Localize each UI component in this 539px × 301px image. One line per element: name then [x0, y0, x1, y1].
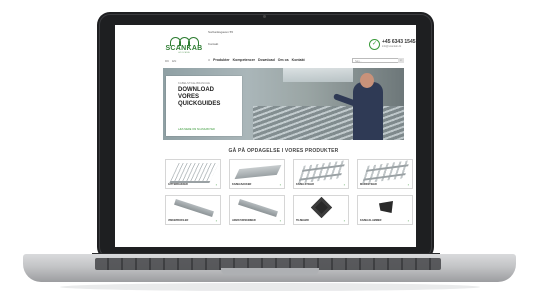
hero-kicker: KABELSTIGE-BRANCHE — [178, 81, 211, 85]
chevron-right-icon: › — [343, 218, 345, 223]
nav-item-download[interactable]: Download — [258, 58, 275, 62]
hero-title: DOWNLOAD VORES QUICKGUIDES — [178, 87, 221, 107]
lang-en[interactable]: EN — [172, 59, 176, 63]
nav-item-kontakt[interactable]: Kontakt — [292, 58, 305, 62]
chevron-right-icon: › — [343, 182, 345, 187]
search-icon[interactable]: ⌕ — [398, 58, 404, 63]
hero-cta-link[interactable]: LÆS MERE OM SCANKAB HER — [178, 128, 215, 131]
trackpad-notch — [221, 268, 319, 275]
email-address[interactable]: info@scankab.dk — [382, 45, 401, 48]
chevron-right-icon: › — [215, 218, 217, 223]
product-tile-kabelklammer[interactable]: KABELKLAMMER › — [357, 195, 413, 225]
chevron-right-icon: › — [279, 218, 281, 223]
cable-clamp-icon — [379, 201, 393, 213]
nav-item-kompetencer[interactable]: Kompetencer — [233, 58, 255, 62]
logo-arches-icon — [164, 37, 204, 46]
hero-banner: KABELSTIGE-BRANCHE DOWNLOAD VORES QUICKG… — [163, 68, 404, 140]
nav-item-om-os[interactable]: Om os — [278, 58, 289, 62]
wire-tray-icon — [169, 163, 219, 183]
chevron-right-icon: › — [215, 182, 217, 187]
contact-link[interactable]: Kontakt — [208, 42, 218, 46]
product-tile-vinkeprofiler[interactable]: VINKEPROFILER › — [165, 195, 221, 225]
product-grid: GITTERBAKKER › KABELBAKKER › KABELSTIGER… — [165, 159, 413, 241]
products-heading: GÅ PÅ OPDAGELSE I VORES PRODUKTER — [228, 148, 339, 154]
home-icon[interactable]: ⌂ — [208, 58, 210, 62]
phone-icon: ✓ — [369, 39, 380, 50]
lang-dk[interactable]: DK — [165, 59, 169, 63]
product-tile-markstiger[interactable]: MARKSTIGER › — [357, 159, 413, 189]
luminaire-rail-icon — [238, 198, 278, 218]
nav-item-produkter[interactable]: Produkter — [213, 58, 230, 62]
webcam — [263, 15, 266, 18]
worker-image — [353, 82, 383, 140]
accessory-icon — [310, 196, 333, 219]
product-tile-kabelbakker[interactable]: KABELBAKKER › — [229, 159, 285, 189]
profile-rail-icon — [174, 198, 214, 218]
cable-ladder-icon — [297, 160, 347, 184]
logo-tagline: A/S SCANIA — [178, 52, 190, 54]
logo-text: SCANKAB — [165, 45, 203, 52]
product-tile-armaturskinner[interactable]: ARMATURSKINNER › — [229, 195, 285, 225]
product-tile-tilbehor[interactable]: TILBEHØR › — [293, 195, 349, 225]
main-nav: ⌂ Produkter Kompetencer Download Om os K… — [208, 58, 305, 62]
address-line: Sorbanksgaven 55 — [208, 30, 234, 34]
chevron-right-icon: › — [407, 182, 409, 187]
chevron-right-icon: › — [279, 182, 281, 187]
ladder-icon — [361, 160, 411, 184]
product-tile-gitterbakker[interactable]: GITTERBAKKER › — [165, 159, 221, 189]
language-switcher: DK EN — [165, 59, 179, 63]
laptop-screen: Sorbanksgaven 55 SCANKAB A/S SCANIA Kont… — [115, 25, 416, 247]
product-tile-kabelstiger[interactable]: KABELSTIGER › — [293, 159, 349, 189]
site-logo[interactable]: SCANKAB A/S SCANIA — [164, 37, 204, 54]
chevron-right-icon: › — [407, 218, 409, 223]
laptop-shadow — [60, 283, 480, 291]
hero-card[interactable]: KABELSTIGE-BRANCHE DOWNLOAD VORES QUICKG… — [166, 76, 242, 136]
cable-tray-icon — [234, 164, 282, 180]
